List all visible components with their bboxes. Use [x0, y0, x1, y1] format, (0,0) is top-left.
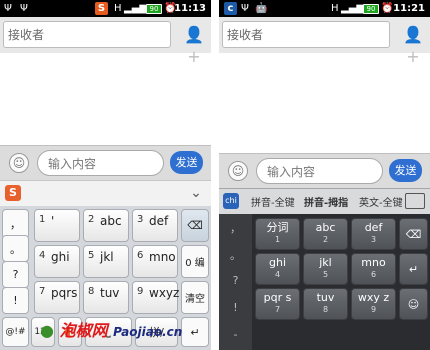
clock: 11:21 — [393, 3, 425, 14]
punctuation-column: ， 。 ? ! - — [219, 214, 252, 350]
keyboard-mode-bar: chi 拼音-全键 拼音-拇指 英文-全键 — [219, 188, 430, 214]
signal-bars-icon: ▂▄▆ — [341, 3, 365, 14]
message-input[interactable]: 输入内容 — [37, 150, 164, 176]
key-7[interactable]: 7 pqrs — [34, 281, 80, 314]
add-contact-icon[interactable]: 👤+ — [181, 24, 207, 66]
backspace-key[interactable]: ⌫ — [399, 218, 428, 250]
key-5[interactable]: jkl 5 — [303, 253, 348, 285]
backspace-icon: ⌫ — [405, 227, 422, 241]
punct-key[interactable]: ! — [2, 287, 29, 314]
signal-type-label: H — [331, 3, 339, 14]
backspace-key[interactable]: ⌫ — [181, 209, 209, 242]
message-composer: ☺ 输入内容 发送 — [0, 145, 211, 181]
usb-icon: Ψ — [241, 3, 249, 14]
chevron-down-icon[interactable]: ⌄ — [187, 181, 205, 206]
key-1[interactable]: 1 ' — [34, 209, 80, 242]
key-8[interactable]: tuv 8 — [303, 288, 348, 320]
key-2[interactable]: abc 2 — [303, 218, 348, 250]
key-7[interactable]: pqr s7 — [255, 288, 300, 320]
key-4[interactable]: ghi 4 — [255, 253, 300, 285]
watermark-domain: Paojiao.cn — [113, 325, 183, 339]
battery-icon: 90 — [363, 4, 379, 14]
key-5[interactable]: 5 jkl — [83, 245, 129, 278]
mode-pinyin-thumb[interactable]: 拼音-拇指 — [304, 194, 348, 209]
usb-icon: Ψ — [20, 3, 28, 14]
message-composer: ☺ 输入内容 发送 — [219, 153, 430, 189]
keyboard-toolbar: S ⌄ — [0, 180, 211, 206]
key-3[interactable]: 3 def — [132, 209, 178, 242]
message-input[interactable]: 输入内容 — [256, 158, 383, 184]
signal-bars-icon: ▂▄▆ — [124, 3, 148, 14]
key-8[interactable]: 8 tuv — [83, 281, 129, 314]
signal-type-label: H — [114, 3, 122, 14]
status-bar: Ψ Ψ S H ▂▄▆ 90 ⏰ 11:13 — [0, 0, 211, 17]
punct-key[interactable]: ? — [2, 261, 29, 288]
enter-key[interactable]: ↵ — [399, 253, 428, 285]
recipient-bar: 接收者 👤+ — [0, 17, 211, 66]
alarm-icon: ⏰ — [381, 3, 394, 14]
send-button[interactable]: 发送 — [389, 159, 422, 182]
key-9[interactable]: wxy z9 — [351, 288, 396, 320]
add-contact-icon[interactable]: 👤+ — [400, 24, 426, 66]
right-screen: c Ψ 🤖 H ▂▄▆ 90 ⏰ 11:21 接收者 👤+ ☺ 输入内容 发送 … — [219, 0, 430, 350]
key-4[interactable]: 4 ghi — [34, 245, 80, 278]
key-6[interactable]: 6 mno — [132, 245, 178, 278]
watermark-mascot-icon: ● — [40, 321, 54, 340]
enter-icon: ↵ — [408, 262, 419, 276]
recipient-input[interactable]: 接收者 — [222, 21, 390, 48]
android-icon: 🤖 — [255, 3, 268, 14]
smiley-icon[interactable]: ☺ — [228, 161, 248, 181]
clock: 11:13 — [174, 3, 206, 14]
clear-key[interactable]: 清空 — [181, 281, 209, 314]
key-6[interactable]: mno 6 — [351, 253, 396, 285]
mode-english-full[interactable]: 英文-全键 — [359, 194, 403, 209]
app-notification-icon: c — [224, 2, 237, 15]
smiley-icon: ☺ — [407, 297, 420, 311]
keyboard-app-logo-icon[interactable]: chi — [223, 193, 239, 209]
watermark: ● 泡椒网 Paojiao.cn — [40, 318, 210, 343]
keyboard-icon[interactable] — [405, 193, 425, 209]
zero-edit-key[interactable]: 0 编 — [181, 245, 209, 278]
recipient-bar: 接收者 👤+ — [219, 17, 430, 66]
punct-key[interactable]: 。 — [2, 235, 29, 262]
watermark-brand: 泡椒网 — [59, 321, 108, 340]
battery-icon: 90 — [146, 4, 162, 14]
sogou-logo-icon[interactable]: S — [5, 185, 21, 201]
key-1[interactable]: 分词 1 — [255, 218, 300, 250]
symbol-key[interactable]: @!# — [2, 317, 29, 347]
thumb-keyboard: ， 。 ? ! - 分词 1 abc 2 def 3 ghi 4 jkl 5 mno 6 p… — [219, 214, 430, 350]
status-bar: c Ψ 🤖 H ▂▄▆ 90 ⏰ 11:21 — [219, 0, 430, 17]
app-notification-icon: S — [95, 2, 108, 15]
recipient-input[interactable]: 接收者 — [3, 21, 171, 48]
emoji-key[interactable]: ☺ — [399, 288, 428, 320]
key-2[interactable]: 2 abc — [83, 209, 129, 242]
key-9[interactable]: 9 wxyz — [132, 281, 179, 314]
left-screen: Ψ Ψ S H ▂▄▆ 90 ⏰ 11:13 接收者 👤+ ☺ 输入内容 发送 … — [0, 0, 211, 350]
usb-icon: Ψ — [4, 3, 12, 14]
send-button[interactable]: 发送 — [170, 151, 203, 174]
mode-pinyin-full[interactable]: 拼音-全键 — [251, 194, 295, 209]
smiley-icon[interactable]: ☺ — [9, 153, 29, 173]
backspace-icon: ⌫ — [187, 219, 203, 232]
key-3[interactable]: def 3 — [351, 218, 396, 250]
